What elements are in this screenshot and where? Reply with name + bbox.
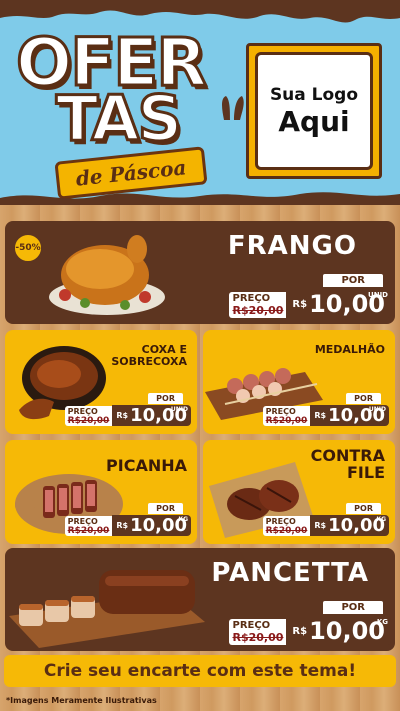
por-label: POR	[346, 503, 381, 514]
price-label: PREÇO	[67, 406, 98, 416]
logo-placeholder[interactable]: Sua Logo Aqui	[246, 43, 382, 179]
price-new-box: POR R$ 10,00 UNID	[286, 274, 391, 318]
product-name: PANCETTA	[211, 558, 369, 588]
price-old-box: PREÇO R$20,00	[262, 406, 311, 426]
price-tag: PREÇO R$20,00 POR R$ 10,00 UNID	[229, 274, 391, 318]
unit-label: UNID	[170, 406, 188, 413]
price-label: PREÇO	[232, 620, 271, 631]
unit-label: UNID	[368, 291, 388, 299]
price-tag: PREÇO R$20,00 POR R$ 10,00 KG	[262, 503, 389, 536]
por-label: POR	[323, 274, 383, 287]
price-tag: PREÇO R$20,00 POR R$ 10,00 UNID	[262, 393, 389, 426]
product-name-line-2: FILE	[346, 462, 385, 482]
price-tag: PREÇO R$20,00 POR R$ 10,00 KG	[64, 503, 191, 536]
disclaimer-note: *Imagens Meramente Ilustrativas	[6, 696, 157, 705]
chocolate-drip-bottom	[0, 192, 400, 205]
product-name-line-2: SOBRECOXA	[111, 354, 187, 368]
currency: R$	[314, 411, 327, 420]
roast-chicken-image	[49, 235, 165, 315]
product-name: COXA E SOBRECOXA	[111, 344, 187, 367]
product-name-line-1: COXA E	[141, 343, 187, 356]
price-old-box: PREÇO R$20,00	[64, 406, 113, 426]
product-name: FRANGO	[227, 231, 357, 261]
price-old-box: PREÇO R$20,00	[64, 516, 113, 536]
price-label: PREÇO	[265, 406, 296, 416]
product-card-coxa[interactable]: COXA E SOBRECOXA PREÇO R$20,00 POR R$ 10…	[5, 330, 197, 434]
unit-label: KG	[178, 516, 188, 523]
new-price: 10,00	[309, 617, 385, 645]
product-card-contrafile[interactable]: CONTRA FILE PREÇO R$20,00 POR R$ 10,00 K…	[203, 440, 395, 544]
old-price: R$20,00	[232, 304, 284, 317]
bunny-ears-icon	[222, 96, 244, 120]
price-label: PREÇO	[265, 516, 296, 526]
old-price: R$20,00	[67, 525, 110, 536]
old-price: R$20,00	[232, 631, 284, 644]
title-line-2: TAS	[54, 82, 183, 155]
price-new-box: POR R$ 10,00 UNID	[112, 393, 191, 426]
header: OFER TAS de Páscoa Sua Logo Aqui	[0, 0, 400, 205]
price-tag: PREÇO R$20,00 POR R$ 10,00 KG	[229, 601, 391, 645]
logo-inner: Sua Logo Aqui	[255, 52, 373, 170]
logo-text-line-2: Aqui	[278, 104, 350, 138]
currency: R$	[292, 625, 308, 637]
unit-label: UNID	[368, 406, 386, 413]
product-name: CONTRA FILE	[311, 447, 385, 482]
title-block: OFER TAS de Páscoa	[14, 28, 216, 200]
currency: R$	[314, 521, 327, 530]
por-label: POR	[323, 601, 383, 614]
price-new-box: POR R$ 10,00 KG	[310, 503, 389, 536]
price-label: PREÇO	[67, 516, 98, 526]
old-price: R$20,00	[265, 525, 308, 536]
product-card-frango[interactable]: -50% FRANGO PREÇO R$20,00 POR R$ 10,00 U…	[5, 221, 395, 324]
price-old-box: PREÇO R$20,00	[229, 292, 287, 318]
product-name: PICANHA	[106, 456, 187, 475]
product-card-pancetta[interactable]: PANCETTA PREÇO R$20,00 POR R$ 10,00 KG	[5, 548, 395, 651]
price-new-box: POR R$ 10,00 UNID	[310, 393, 389, 426]
currency: R$	[116, 521, 129, 530]
product-card-medalhao[interactable]: MEDALHÃO PREÇO R$20,00 POR R$ 10,00 UNID	[203, 330, 395, 434]
discount-badge: -50%	[13, 233, 43, 263]
old-price: R$20,00	[67, 415, 110, 426]
price-old-box: PREÇO R$20,00	[262, 516, 311, 536]
product-card-picanha[interactable]: PICANHA PREÇO R$20,00 POR R$ 10,00 KG	[5, 440, 197, 544]
por-label: POR	[148, 393, 183, 404]
price-tag: PREÇO R$20,00 POR R$ 10,00 UNID	[64, 393, 191, 426]
currency: R$	[292, 298, 308, 310]
logo-text-line-1: Sua Logo	[269, 84, 359, 105]
price-new-box: POR R$ 10,00 KG	[286, 601, 391, 645]
unit-label: KG	[376, 618, 388, 626]
old-price: R$20,00	[265, 415, 308, 426]
product-name: MEDALHÃO	[314, 343, 385, 356]
cta-banner[interactable]: Crie seu encarte com este tema!	[4, 655, 396, 687]
pancetta-image	[9, 570, 205, 648]
currency: R$	[116, 411, 129, 420]
por-label: POR	[346, 393, 381, 404]
unit-label: KG	[376, 516, 386, 523]
price-label: PREÇO	[232, 293, 271, 304]
por-label: POR	[148, 503, 183, 514]
price-old-box: PREÇO R$20,00	[229, 619, 287, 645]
price-new-box: POR R$ 10,00 KG	[112, 503, 191, 536]
